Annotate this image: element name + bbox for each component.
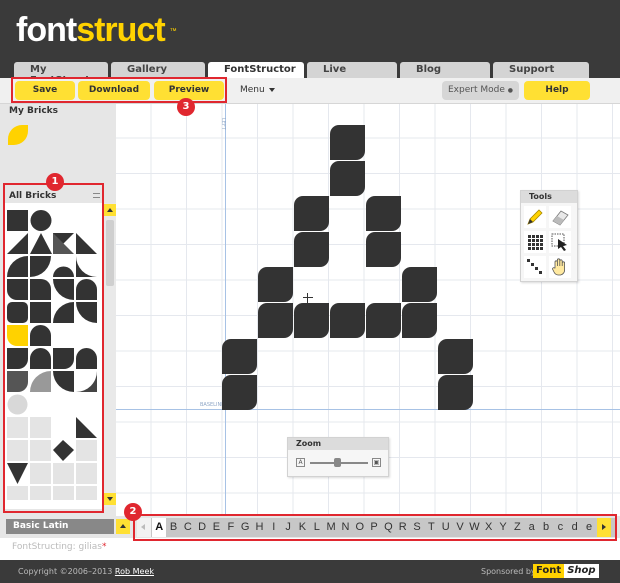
pencil-icon[interactable] (524, 206, 546, 228)
zoom-slider-handle[interactable] (334, 458, 341, 467)
fontshop-logo-shop: Shop (564, 564, 599, 578)
line-tool-icon[interactable] (524, 256, 546, 278)
glyph-brick (330, 125, 365, 160)
tools-heading: Tools (521, 191, 577, 203)
glyph-brick (402, 267, 437, 302)
sponsored-by-text: Sponsored by (481, 567, 536, 576)
author-link[interactable]: Rob Meek (115, 567, 154, 576)
fontshop-logo-font: Font (533, 564, 565, 578)
annotation-badge-3: 3 (177, 98, 195, 116)
glyph-brick (402, 303, 437, 338)
zoom-panel: Zoom A ▣ (287, 437, 389, 477)
glyph-brick (222, 375, 257, 410)
hand-icon[interactable] (549, 256, 571, 278)
status-line: FontStructing: gilias* (12, 542, 106, 552)
crosshair-cursor-icon (303, 293, 313, 303)
glyph-brick (258, 303, 293, 338)
glyph-brick (366, 232, 401, 267)
glyph-brick (438, 339, 473, 374)
copyright-text: Copyright ©2006–2013 (18, 567, 113, 576)
glyph-brick (366, 303, 401, 338)
footer-copyright: Copyright ©2006–2013 Rob Meek (18, 567, 154, 576)
glyph-brick (258, 267, 293, 302)
glyph-brick (294, 196, 329, 231)
unsaved-indicator: * (101, 542, 107, 552)
fontshop-logo[interactable]: Font Shop (533, 564, 599, 578)
glyph-brick (294, 303, 329, 338)
zoom-in-icon[interactable]: ▣ (372, 458, 381, 467)
zoom-out-icon[interactable]: A (296, 458, 305, 467)
highlight-box-characters (133, 514, 617, 541)
glyph-brick (330, 161, 365, 196)
charset-chevron-up-icon[interactable] (116, 519, 130, 534)
status-text: FontStructing: gilias (12, 542, 102, 552)
glyph-brick (330, 303, 365, 338)
annotation-badge-2: 2 (124, 503, 142, 521)
highlight-box-bricks (3, 183, 104, 513)
charset-select[interactable]: Basic Latin (6, 519, 114, 534)
select-arrow-icon[interactable] (549, 231, 571, 253)
annotation-badge-1: 1 (46, 173, 64, 191)
glyph-brick (222, 339, 257, 374)
glyph-brick (438, 375, 473, 410)
grid-fill-icon[interactable] (524, 231, 546, 253)
glyph-brick (366, 196, 401, 231)
tools-palette: Tools (520, 190, 578, 282)
highlight-box-toolbar (11, 77, 227, 103)
glyph-brick (294, 232, 329, 267)
eraser-icon[interactable] (549, 206, 571, 228)
zoom-heading: Zoom (288, 438, 388, 450)
